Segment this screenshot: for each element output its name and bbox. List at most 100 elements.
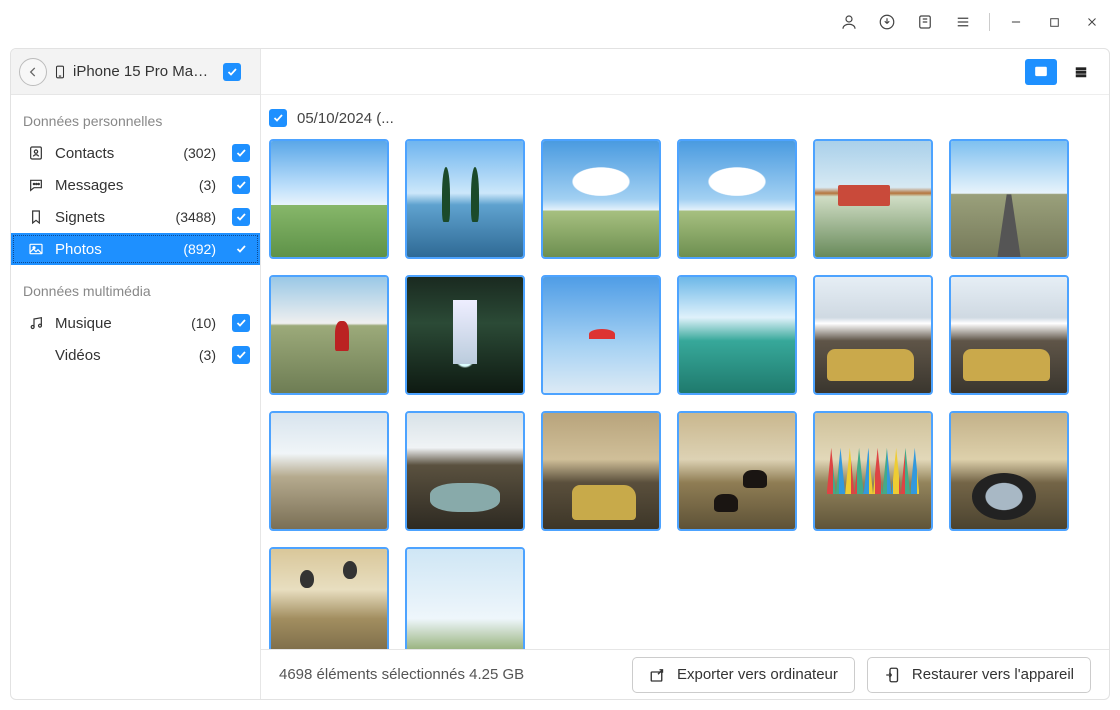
thumbnail-image <box>679 277 795 393</box>
sidebar-item-vidéos[interactable]: Vidéos (3) <box>11 339 260 371</box>
thumbnail[interactable] <box>269 547 389 649</box>
sidebar-item-count: (892) <box>183 241 216 257</box>
thumbnail[interactable] <box>677 139 797 259</box>
thumbnail-grid <box>261 139 1109 649</box>
thumbnail[interactable] <box>949 411 1069 531</box>
sidebar-item-checkbox[interactable] <box>232 240 250 258</box>
restore-label: Restaurer vers l'appareil <box>912 666 1074 683</box>
thumbnail-image <box>951 277 1067 393</box>
thumbnail[interactable] <box>949 139 1069 259</box>
download-icon[interactable] <box>869 4 905 40</box>
thumbnail[interactable] <box>405 547 525 649</box>
sidebar-item-checkbox[interactable] <box>232 176 250 194</box>
thumbnail-image <box>815 413 931 529</box>
thumbnail-image <box>543 141 659 257</box>
thumbnail-image <box>679 141 795 257</box>
sidebar-item-checkbox[interactable] <box>232 208 250 226</box>
sidebar-item-musique[interactable]: Musique (10) <box>11 307 260 339</box>
sidebar-item-contacts[interactable]: Contacts(302) <box>11 137 260 169</box>
thumbnail-image <box>407 413 523 529</box>
bookmarks-icon <box>27 209 45 225</box>
restore-button[interactable]: Restaurer vers l'appareil <box>867 657 1091 693</box>
thumbnail-view-button[interactable] <box>1025 59 1057 85</box>
thumbnail[interactable] <box>677 275 797 395</box>
app-frame: iPhone 15 Pro Max... Données personnelle… <box>10 48 1110 700</box>
sidebar-item-count: (3488) <box>176 209 216 225</box>
sidebar-header: iPhone 15 Pro Max... <box>11 49 260 95</box>
thumbnail-image <box>679 413 795 529</box>
sidebar-item-count: (3) <box>199 347 216 363</box>
thumbnail[interactable] <box>541 139 661 259</box>
content-area: 05/10/2024 (... <box>261 95 1109 649</box>
list-view-button[interactable] <box>1065 59 1097 85</box>
thumbnail-image <box>271 549 387 649</box>
group-checkbox[interactable] <box>269 109 287 127</box>
toolbar <box>261 49 1109 95</box>
sidebar-item-count: (302) <box>183 145 216 161</box>
sidebar-item-signets[interactable]: Signets (3488) <box>11 201 260 233</box>
sidebar-item-checkbox[interactable] <box>232 144 250 162</box>
main-panel: 05/10/2024 (... 4698 éléments sélectionn… <box>261 49 1109 699</box>
device-name: iPhone 15 Pro Max... <box>73 63 213 80</box>
thumbnail[interactable] <box>813 411 933 531</box>
sidebar-item-label: Signets <box>55 209 166 226</box>
thumbnail-image <box>271 413 387 529</box>
sidebar: iPhone 15 Pro Max... Données personnelle… <box>11 49 261 699</box>
thumbnail-image <box>815 141 931 257</box>
sidebar-item-checkbox[interactable] <box>232 314 250 332</box>
thumbnail[interactable] <box>269 139 389 259</box>
thumbnail-image <box>543 277 659 393</box>
thumbnail-image <box>407 277 523 393</box>
sidebar-item-label: Messages <box>55 177 189 194</box>
footer: 4698 éléments sélectionnés 4.25 GB Expor… <box>261 649 1109 699</box>
thumbnail[interactable] <box>813 139 933 259</box>
section-personal-label: Données personnelles <box>11 95 260 137</box>
group-header: 05/10/2024 (... <box>261 105 1109 139</box>
section-multimedia-label: Données multimédia <box>11 265 260 307</box>
thumbnail-image <box>815 277 931 393</box>
minimize-icon[interactable] <box>998 4 1034 40</box>
close-icon[interactable] <box>1074 4 1110 40</box>
sidebar-item-count: (10) <box>191 315 216 331</box>
sidebar-item-photos[interactable]: Photos (892) <box>11 233 260 265</box>
thumbnail-image <box>271 141 387 257</box>
thumbnail[interactable] <box>405 411 525 531</box>
thumbnail[interactable] <box>269 275 389 395</box>
phone-icon <box>53 63 67 81</box>
thumbnail-image <box>271 277 387 393</box>
thumbnail[interactable] <box>269 411 389 531</box>
sidebar-item-label: Photos <box>55 241 173 258</box>
export-icon <box>649 666 667 684</box>
photos-icon <box>27 241 45 257</box>
music-icon <box>27 315 45 331</box>
window-titlebar <box>0 0 1120 44</box>
thumbnail-image <box>407 549 523 649</box>
thumbnail-image <box>407 141 523 257</box>
user-icon[interactable] <box>831 4 867 40</box>
thumbnail[interactable] <box>677 411 797 531</box>
feedback-icon[interactable] <box>907 4 943 40</box>
sidebar-item-count: (3) <box>199 177 216 193</box>
sidebar-item-checkbox[interactable] <box>232 346 250 364</box>
restore-icon <box>884 666 902 684</box>
thumbnail-image <box>951 141 1067 257</box>
back-button[interactable] <box>19 58 47 86</box>
thumbnail[interactable] <box>813 275 933 395</box>
thumbnail-image <box>951 413 1067 529</box>
maximize-icon[interactable] <box>1036 4 1072 40</box>
thumbnail[interactable] <box>541 275 661 395</box>
thumbnail[interactable] <box>949 275 1069 395</box>
sidebar-item-messages[interactable]: Messages (3) <box>11 169 260 201</box>
export-button[interactable]: Exporter vers ordinateur <box>632 657 855 693</box>
device-checkbox[interactable] <box>223 63 241 81</box>
selection-status: 4698 éléments sélectionnés 4.25 GB <box>279 666 620 683</box>
thumbnail[interactable] <box>405 275 525 395</box>
thumbnail[interactable] <box>541 411 661 531</box>
sidebar-item-label: Vidéos <box>55 347 189 364</box>
sidebar-item-label: Musique <box>55 315 181 332</box>
contacts-icon <box>27 145 45 161</box>
titlebar-separator <box>989 13 990 31</box>
menu-icon[interactable] <box>945 4 981 40</box>
export-label: Exporter vers ordinateur <box>677 666 838 683</box>
thumbnail[interactable] <box>405 139 525 259</box>
